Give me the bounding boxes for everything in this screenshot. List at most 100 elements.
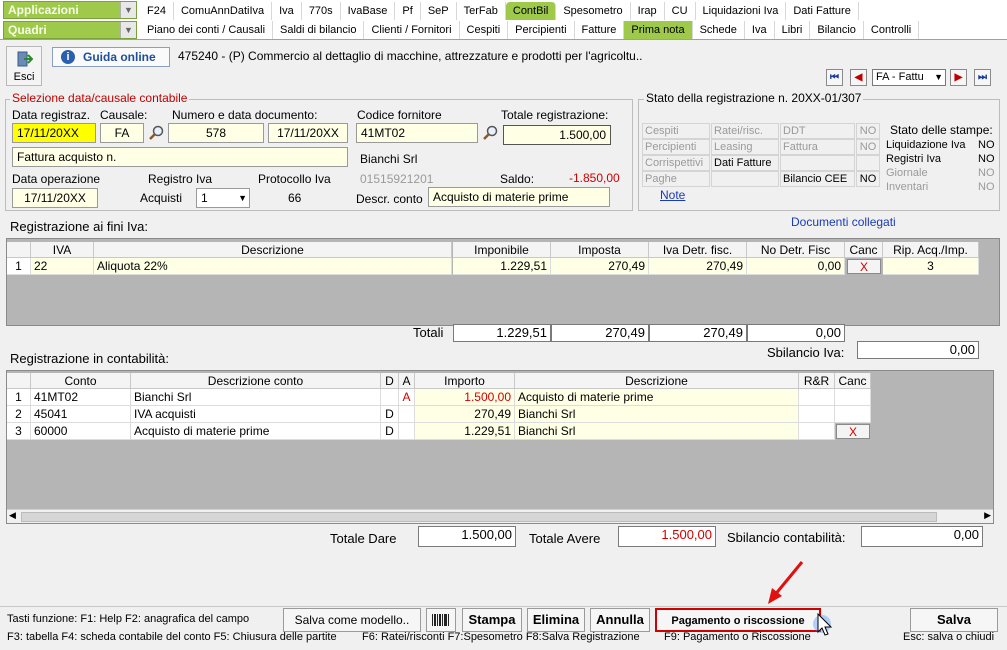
scrollbar-thumb[interactable] — [21, 512, 937, 522]
annulla-button[interactable]: Annulla — [590, 608, 650, 632]
conta-row-number: 3 — [7, 423, 31, 440]
scroll-right-icon[interactable]: ▶ — [984, 510, 991, 521]
menu-item-iva[interactable]: Iva — [272, 2, 302, 20]
conta-cell-rr[interactable] — [799, 406, 835, 423]
codice-fornitore-field[interactable]: 41MT02 — [356, 123, 478, 143]
conta-cell-descr[interactable]: Bianchi Srl — [515, 423, 799, 440]
barcode-button[interactable] — [426, 608, 456, 632]
conta-cell-d[interactable] — [381, 389, 399, 406]
horizontal-scrollbar[interactable]: ◀ ▶ — [7, 509, 993, 523]
menu-item-bilancio[interactable]: Bilancio — [810, 21, 864, 39]
quadri-select[interactable]: Quadri ▼ — [3, 21, 137, 39]
conta-cell-canc[interactable] — [835, 406, 871, 423]
conta-cell-desc[interactable]: Acquisto di materie prime — [131, 423, 381, 440]
menu-item-prima-nota[interactable]: Prima nota — [624, 21, 693, 39]
menu-item-controlli[interactable]: Controlli — [864, 21, 920, 39]
menu-item-fatture[interactable]: Fatture — [575, 21, 625, 39]
applicazioni-select[interactable]: Applicazioni ▼ — [3, 1, 137, 19]
menu-item-terfab[interactable]: TerFab — [457, 2, 506, 20]
scroll-left-icon[interactable]: ◀ — [9, 510, 16, 521]
iva-header-rownum — [7, 242, 31, 258]
iva-cell-nodetr[interactable]: 0,00 — [747, 258, 845, 275]
conta-cell-d[interactable]: D — [381, 423, 399, 440]
menu-item-pf[interactable]: Pf — [395, 2, 421, 20]
conta-cell-importo[interactable]: 270,49 — [415, 406, 515, 423]
data-registrazione-field[interactable]: 17/11/20XX — [12, 123, 96, 143]
menu-item-liquidazioni-iva[interactable]: Liquidazioni Iva — [696, 2, 787, 20]
data-documento-field[interactable]: 17/11/20XX — [268, 123, 348, 143]
iva-header-1: Descrizione — [94, 242, 452, 258]
elimina-button[interactable]: Elimina — [527, 608, 585, 632]
salva-button[interactable]: Salva — [910, 608, 998, 632]
record-select[interactable]: FA - Fattu ▼ — [872, 69, 946, 86]
conta-cell-importo[interactable]: 1.500,00 — [415, 389, 515, 406]
descr-conto-field[interactable]: Acquisto di materie prime — [428, 187, 610, 207]
cancel-row-button[interactable]: X — [836, 424, 870, 439]
conta-cell-descr[interactable]: Bianchi Srl — [515, 406, 799, 423]
menu-item-percipienti[interactable]: Percipienti — [508, 21, 575, 39]
salva-come-modello-button[interactable]: Salva come modello.. — [283, 608, 421, 632]
conta-cell-canc[interactable] — [835, 389, 871, 406]
stampa-button[interactable]: Stampa — [462, 608, 522, 632]
conta-cell-d[interactable]: D — [381, 406, 399, 423]
iva-cell-detr[interactable]: 270,49 — [649, 258, 747, 275]
conta-cell-a[interactable] — [399, 423, 415, 440]
totale-avere-field: 1.500,00 — [618, 526, 716, 547]
shortcuts-text-2: F6: Ratei/risconti F7:Spesometro F8:Salv… — [362, 631, 640, 643]
totale-registrazione-field[interactable]: 1.500,00 — [503, 125, 611, 145]
previous-record-icon[interactable]: ◀ — [850, 69, 867, 86]
numero-documento-field[interactable]: 578 — [168, 123, 264, 143]
codice-fornitore-label: Codice fornitore — [357, 108, 442, 122]
next-record-icon[interactable]: ▶ — [950, 69, 967, 86]
menu-item-schede[interactable]: Schede — [693, 21, 745, 39]
conta-cell-importo[interactable]: 1.229,51 — [415, 423, 515, 440]
cancel-row-button[interactable]: X — [847, 259, 881, 274]
menu-item-contbil[interactable]: ContBil — [505, 2, 557, 20]
pagamento-riscossione-button[interactable]: Pagamento o riscossione — [655, 608, 821, 632]
menu-item-cu[interactable]: CU — [665, 2, 696, 20]
menu-item-clienti-fornitori[interactable]: Clienti / Fornitori — [364, 21, 460, 39]
registro-iva-select[interactable]: 1 ▼ — [196, 188, 250, 208]
menu-item-piano-dei-conti-causali[interactable]: Piano dei conti / Causali — [140, 21, 274, 39]
documenti-collegati-link[interactable]: Documenti collegati — [791, 215, 896, 229]
menu-item-iva[interactable]: Iva — [745, 21, 775, 39]
conta-cell-descr[interactable]: Acquisto di materie prime — [515, 389, 799, 406]
conta-cell-rr[interactable] — [799, 423, 835, 440]
chevron-down-icon: ▼ — [120, 22, 136, 38]
menu-item-cespiti[interactable]: Cespiti — [460, 21, 509, 39]
conta-cell-conto[interactable]: 60000 — [31, 423, 131, 440]
conta-cell-rr[interactable] — [799, 389, 835, 406]
menu-item-ivabase[interactable]: IvaBase — [341, 2, 396, 20]
iva-cell-iva[interactable]: 22 — [31, 258, 94, 275]
search-icon[interactable] — [148, 125, 164, 141]
causale-field[interactable]: FA — [100, 123, 144, 143]
descrizione-causale-field[interactable]: Fattura acquisto n. — [12, 147, 348, 167]
exit-icon — [17, 51, 34, 67]
menu-item-f24[interactable]: F24 — [140, 2, 174, 20]
menu-item-saldi-di-bilancio[interactable]: Saldi di bilancio — [273, 21, 365, 39]
conta-cell-conto[interactable]: 45041 — [31, 406, 131, 423]
last-record-icon[interactable]: ⏭ — [974, 69, 991, 86]
search-icon[interactable] — [482, 125, 498, 141]
conta-cell-conto[interactable]: 41MT02 — [31, 389, 131, 406]
menu-item-770s[interactable]: 770s — [302, 2, 341, 20]
iva-cell-rip[interactable]: 3 — [883, 258, 979, 275]
note-link[interactable]: Note — [660, 188, 685, 202]
menu-item-spesometro[interactable]: Spesometro — [556, 2, 631, 20]
menu-item-dati-fatture[interactable]: Dati Fatture — [786, 2, 859, 20]
esci-button[interactable]: Esci — [6, 46, 42, 86]
conta-cell-a[interactable] — [399, 406, 415, 423]
conta-cell-desc[interactable]: Bianchi Srl — [131, 389, 381, 406]
iva-cell-imponibile[interactable]: 1.229,51 — [453, 258, 551, 275]
guida-online-button[interactable]: i Guida online — [52, 47, 170, 67]
first-record-icon[interactable]: ⏮ — [826, 69, 843, 86]
menu-item-sep[interactable]: SeP — [421, 2, 457, 20]
conta-cell-desc[interactable]: IVA acquisti — [131, 406, 381, 423]
iva-cell-imposta[interactable]: 270,49 — [551, 258, 649, 275]
menu-item-libri[interactable]: Libri — [775, 21, 811, 39]
data-operazione-field[interactable]: 17/11/20XX — [12, 188, 98, 208]
menu-item-irap[interactable]: Irap — [631, 2, 665, 20]
iva-cell-desc[interactable]: Aliquota 22% — [94, 258, 452, 275]
menu-item-comuanndatiiva[interactable]: ComuAnnDatiIva — [174, 2, 273, 20]
conta-cell-a[interactable]: A — [399, 389, 415, 406]
